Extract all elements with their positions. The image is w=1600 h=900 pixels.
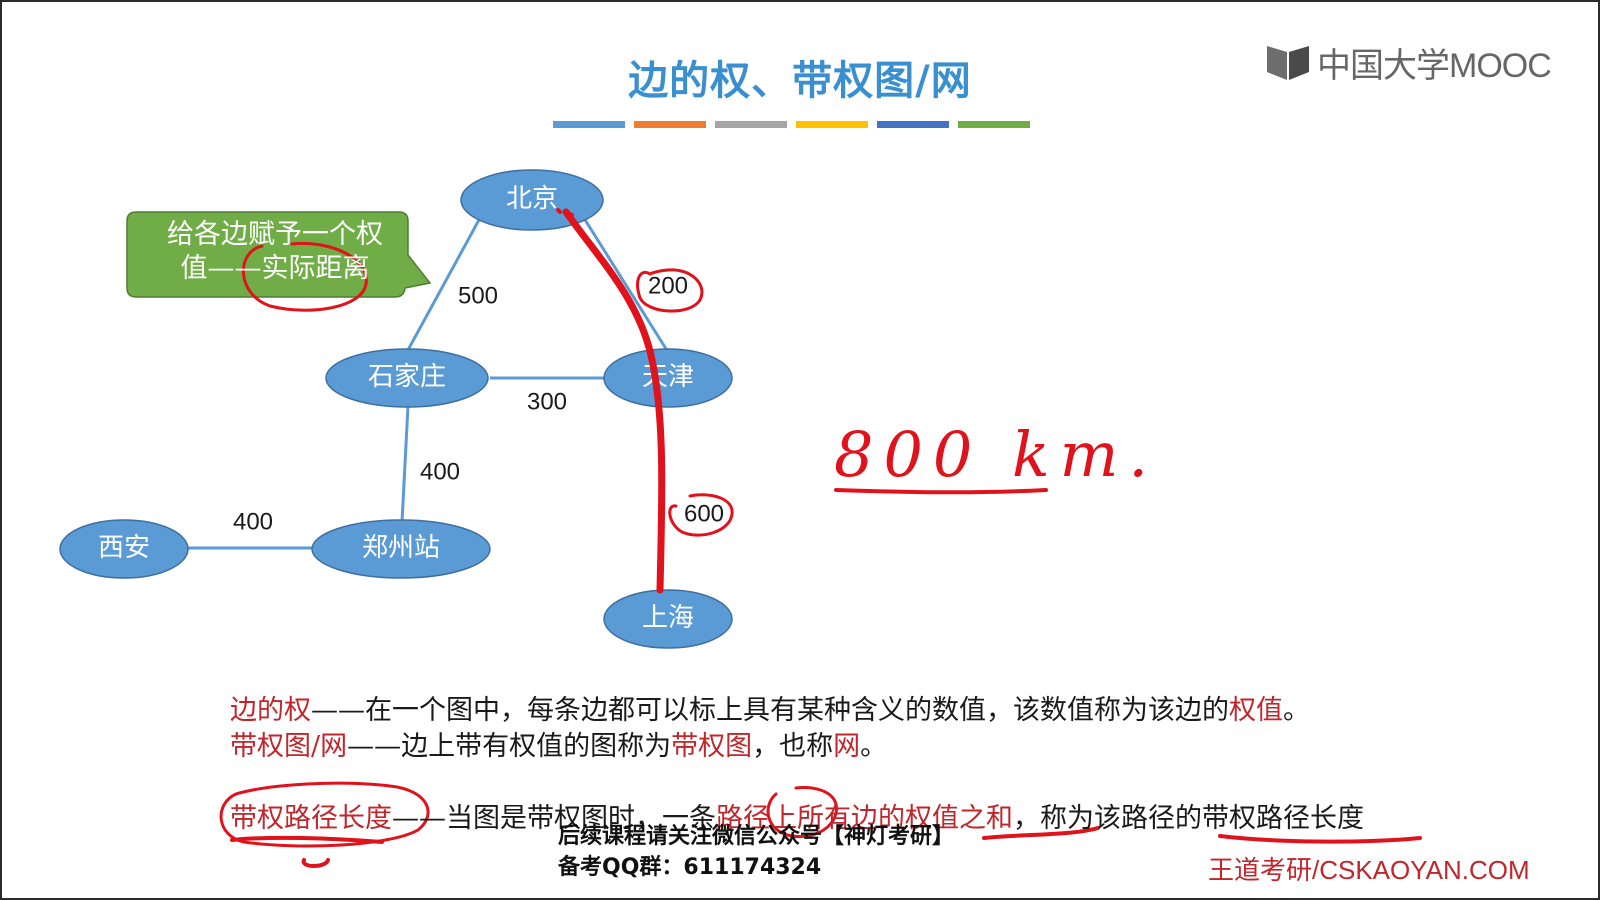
def1-term2: 权值 bbox=[1229, 695, 1283, 726]
def2-text2: ，也称 bbox=[752, 731, 834, 762]
handwritten-800km: 800 km. bbox=[834, 418, 1158, 491]
def1-text: 在一个图中，每条边都可以标上具有某种含义的数值，该数值称为该边的 bbox=[365, 695, 1229, 726]
def1-term: 边的权 bbox=[230, 695, 311, 726]
def2-text1: 边上带有权值的图称为 bbox=[401, 731, 672, 762]
node-label-zhengzhou: 郑州站 bbox=[362, 533, 440, 563]
weight-xian-zhengzhou: 400 bbox=[233, 509, 273, 536]
def2-end: 。 bbox=[860, 731, 888, 762]
def2-term2: 带权图 bbox=[671, 731, 753, 762]
callout-text: 给各边赋予一个权 值——实际距离 bbox=[135, 218, 415, 286]
weight-beijing-shijiazhuang: 500 bbox=[458, 283, 498, 310]
def2-dash: —— bbox=[347, 731, 402, 762]
def3-dash: —— bbox=[392, 803, 446, 834]
node-label-beijing: 北京 bbox=[506, 184, 558, 214]
ink-underline-length bbox=[1218, 834, 1422, 844]
weight-beijing-tianjin: 200 bbox=[648, 273, 688, 300]
weight-shijiazhuang-zhengzhou: 400 bbox=[420, 459, 460, 486]
def3-text2: ，称为该路径的带权路径长度 bbox=[1013, 803, 1364, 834]
edge-shijiazhuang-zhengzhou bbox=[400, 405, 410, 523]
callout-line-1: 给各边赋予一个权 bbox=[167, 219, 383, 250]
node-label-shijiazhuang: 石家庄 bbox=[368, 362, 446, 392]
graph-diagram: 北京 石家庄 天津 郑州站 西安 上海 500 200 300 400 400 … bbox=[59, 169, 1422, 868]
def1-dash: —— bbox=[311, 695, 365, 726]
def3-term: 带权路径长度 bbox=[230, 803, 392, 834]
weight-shijiazhuang-tianjin: 300 bbox=[527, 389, 567, 416]
definition-weighted-graph: 带权图/网——边上带有权值的图称为带权图，也称网。 bbox=[230, 724, 887, 763]
node-label-shanghai: 上海 bbox=[642, 603, 694, 633]
ink-underline-term bbox=[230, 835, 384, 844]
promo-wechat: 后续课程请关注微信公众号【神灯考研】 bbox=[558, 824, 955, 849]
promo-qq-group: 备考QQ群：611174324 bbox=[558, 855, 822, 880]
weight-tianjin-shanghai: 600 bbox=[684, 501, 724, 528]
definition-edge-weight: 边的权——在一个图中，每条边都可以标上具有某种含义的数值，该数值称为该边的权值。 bbox=[230, 688, 1310, 727]
footer-brand: 王道考研/CSKAOYAN.COM bbox=[1208, 855, 1530, 885]
def2-term3: 网 bbox=[833, 731, 861, 762]
def2-term: 带权图/网 bbox=[230, 731, 348, 762]
node-label-xian: 西安 bbox=[98, 533, 150, 563]
def1-end: 。 bbox=[1283, 695, 1310, 726]
callout-line-2: 值——实际距离 bbox=[180, 253, 370, 284]
ink-mark-under-term bbox=[301, 858, 330, 868]
